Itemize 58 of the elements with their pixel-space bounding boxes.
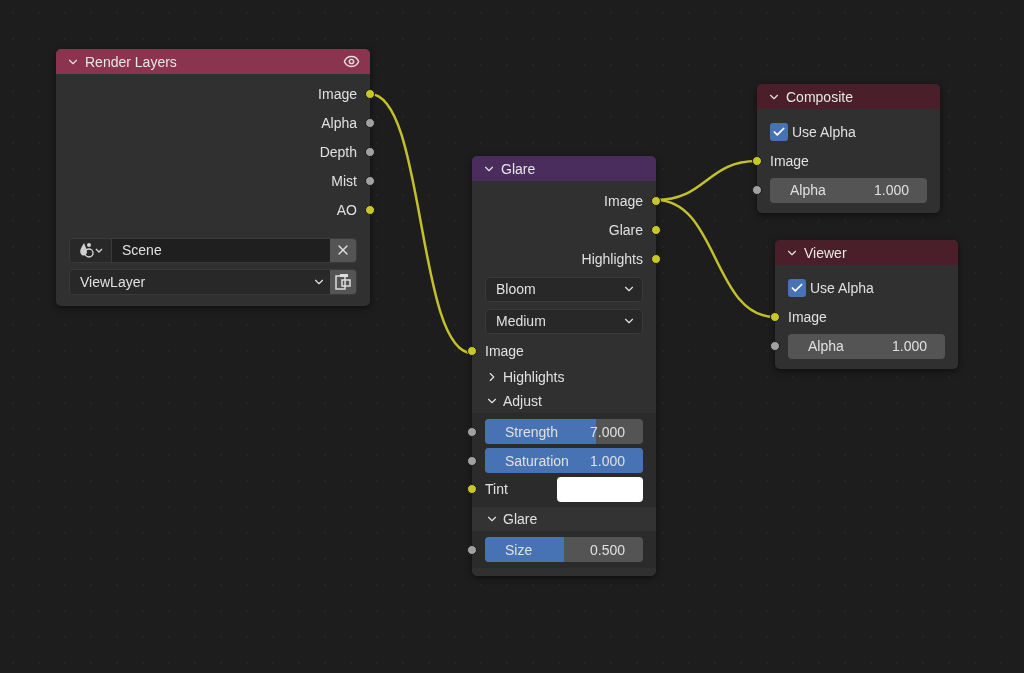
socket-label: Image [318, 85, 357, 102]
socket-label: Depth [319, 143, 357, 160]
close-button[interactable] [330, 238, 356, 262]
check-icon [772, 125, 786, 139]
input-socket[interactable] [770, 341, 780, 351]
check-icon [790, 281, 804, 295]
checkbox-label: Use Alpha [810, 280, 874, 296]
socket-label: Tint [485, 481, 508, 497]
scene-name: Scene [112, 238, 330, 262]
number-field[interactable]: Alpha 1.000 [770, 177, 927, 203]
input-socket[interactable] [467, 484, 477, 494]
socket-label: Alpha [321, 114, 357, 131]
node-header[interactable]: Viewer [775, 240, 958, 265]
view-layer-name: ViewLayer [80, 274, 146, 290]
document-stack-icon [334, 273, 352, 291]
input-socket[interactable] [467, 455, 477, 466]
input-socket[interactable] [752, 156, 762, 166]
node-header[interactable]: Glare [472, 156, 656, 181]
output-socket[interactable] [651, 195, 661, 206]
input-socket[interactable] [467, 346, 477, 356]
number-field[interactable]: Alpha 1.000 [788, 333, 945, 359]
node-header[interactable]: Composite [757, 84, 940, 109]
checkbox[interactable] [770, 123, 788, 141]
output-socket[interactable] [365, 175, 375, 186]
mode-dropdown[interactable]: Medium [485, 308, 643, 334]
input-socket[interactable] [752, 185, 762, 195]
panel-header[interactable]: Highlights [472, 365, 656, 389]
output-socket[interactable] [365, 146, 375, 157]
checkbox-label: Use Alpha [792, 124, 856, 140]
socket-label: Glare [608, 221, 643, 238]
panel-header[interactable]: Glare [472, 507, 656, 531]
output-socket[interactable] [365, 88, 375, 99]
color-swatch[interactable] [557, 476, 643, 502]
socket-label: AO [336, 201, 357, 218]
view-layer-dropdown[interactable]: ViewLayer [69, 269, 357, 295]
scene-selector[interactable]: Scene [69, 237, 357, 263]
panel-header[interactable]: Adjust [472, 389, 656, 413]
node-header[interactable]: Render Layers [56, 49, 370, 74]
output-socket[interactable] [365, 204, 375, 215]
output-socket[interactable] [651, 224, 661, 235]
output-socket[interactable] [651, 253, 661, 264]
socket-label: Image [604, 192, 643, 209]
input-socket[interactable] [467, 544, 477, 555]
socket-label: Image [788, 309, 827, 325]
checkbox[interactable] [788, 279, 806, 297]
socket-label: Image [485, 343, 524, 359]
socket-label: Image [770, 153, 809, 169]
eye-icon[interactable] [343, 53, 360, 70]
layer-button[interactable] [330, 270, 356, 294]
scene-icon [77, 241, 104, 259]
socket-label: Mist [331, 172, 357, 189]
output-socket[interactable] [365, 117, 375, 128]
input-socket[interactable] [467, 426, 477, 437]
socket-label: Highlights [581, 250, 643, 267]
value-slider[interactable]: Size 0.500 [485, 537, 643, 562]
input-socket[interactable] [770, 312, 780, 322]
mode-dropdown[interactable]: Bloom [485, 276, 643, 302]
value-slider[interactable]: Saturation 1.000 [485, 448, 643, 473]
